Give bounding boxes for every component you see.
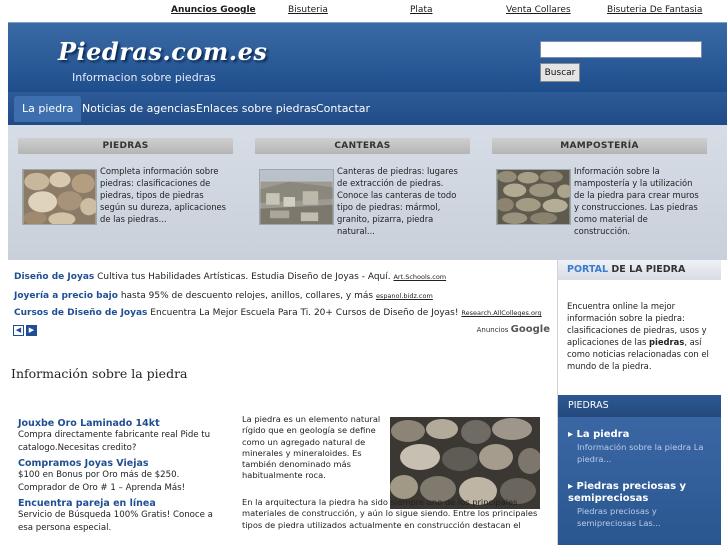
feature-canteras: CANTERAS Canteras de piedras: lugares de…: [255, 138, 470, 236]
sidebar-section-title: PIEDRAS: [558, 395, 721, 417]
left-ad-title[interactable]: Compramos Joyas Viejas: [18, 458, 228, 469]
feature-title[interactable]: CANTERAS: [255, 138, 470, 154]
ads-google-label[interactable]: Anuncios Google: [171, 5, 256, 15]
sidebar-item-la-piedra[interactable]: ▸ La piedra Información sobre la piedra …: [568, 429, 718, 465]
ad-item[interactable]: Joyería a precio bajo hasta 95% de descu…: [14, 291, 433, 301]
main-nav: La piedra Noticias de agencias Enlaces s…: [8, 92, 727, 125]
ad-item[interactable]: Cursos de Diseño de Joyas Encuentra La M…: [14, 308, 542, 318]
ad-url[interactable]: espanol.bidz.com: [376, 292, 433, 300]
nav-la-piedra[interactable]: La piedra: [14, 96, 82, 122]
ad-title[interactable]: Joyería a precio bajo: [14, 291, 118, 301]
quarry-image[interactable]: [259, 169, 334, 225]
right-sidebar: PORTAL DE LA PIEDRA Encuentra online la …: [557, 260, 727, 545]
sidebar-intro-bold: piedras: [649, 337, 685, 347]
sidebar-item-sub: Información sobre la piedra La piedra...: [577, 442, 704, 464]
feature-title[interactable]: PIEDRAS: [18, 138, 233, 154]
ad-url[interactable]: Art.Schools.com: [393, 273, 446, 281]
features-band: PIEDRAS Completa información sobre piedr…: [8, 125, 727, 260]
ads-prev-arrow-icon[interactable]: ◀: [13, 325, 24, 336]
ad-title[interactable]: Diseño de Joyas: [14, 272, 94, 282]
ads-by-label: Anuncios: [476, 326, 509, 334]
site-header: Piedras.com.es Informacion sobre piedras…: [8, 22, 727, 92]
search-input[interactable]: [540, 41, 702, 58]
nav-enlaces[interactable]: Enlaces sobre piedras: [188, 96, 325, 122]
sidebar-piedras-section: PIEDRAS ▸ La piedra Información sobre la…: [558, 395, 721, 545]
sidebar-item-sub: Piedras preciosas y semipreciosas Las...: [577, 506, 661, 528]
left-ad-text: Servicio de Búsqueda 100% Gratis! Conoce…: [18, 510, 213, 533]
sidebar-item-title-text: La piedra: [576, 429, 630, 440]
ad-text: Encuentra La Mejor Escuela Para Ti. 20+ …: [150, 308, 459, 318]
ad-title[interactable]: Cursos de Diseño de Joyas: [14, 308, 147, 318]
left-ads-column: Jouxbe Oro Laminado 14kt Compra directam…: [18, 418, 228, 538]
sidebar-portal-heading: PORTAL DE LA PIEDRA: [558, 260, 721, 280]
article-paragraph-1: La piedra es un elemento natural rígido …: [242, 414, 381, 481]
pebbles-image: [390, 417, 540, 509]
nav-noticias[interactable]: Noticias de agencias: [74, 96, 204, 122]
feature-text: Completa información sobre piedras: clas…: [100, 166, 227, 224]
feature-mamposteria: MAMPOSTERÍA Información sobre la mampost…: [492, 138, 707, 236]
top-ad-links-bar: Anuncios Google Bisuteria Plata Venta Co…: [0, 0, 727, 22]
ads-by-google[interactable]: Anuncios Google: [477, 324, 550, 335]
top-link-bisuteria-fantasia[interactable]: Bisuteria De Fantasia: [607, 5, 702, 15]
sponsored-ads-box: Diseño de Joyas Cultiva tus Habilidades …: [8, 260, 556, 342]
top-link-bisuteria[interactable]: Bisuteria: [288, 5, 328, 15]
top-link-plata[interactable]: Plata: [410, 5, 433, 15]
sidebar-item-title[interactable]: ▸ La piedra: [568, 429, 718, 441]
page-title: Información sobre la piedra: [11, 366, 188, 381]
site-logo[interactable]: Piedras.com.es: [58, 37, 267, 66]
sidebar-item-title-text: Piedras preciosas y semipreciosas: [568, 481, 687, 504]
site-tagline: Informacion sobre piedras: [72, 71, 216, 84]
ad-item[interactable]: Diseño de Joyas Cultiva tus Habilidades …: [14, 272, 446, 282]
top-link-venta-collares[interactable]: Venta Collares: [506, 5, 571, 15]
sidebar-intro: Encuentra online la mejor información so…: [567, 300, 717, 372]
feature-text: Canteras de piedras: lugares de extracci…: [337, 166, 458, 236]
article-paragraph-2: En la arquitectura la piedra ha sido sie…: [242, 497, 538, 530]
sidebar-portal-rest: DE LA PIEDRA: [611, 264, 686, 275]
sidebar-item-preciosas[interactable]: ▸ Piedras preciosas y semipreciosas Pied…: [568, 481, 718, 529]
feature-text: Información sobre la mampostería y la ut…: [574, 166, 699, 236]
nav-contactar[interactable]: Contactar: [308, 96, 378, 122]
feature-title[interactable]: MAMPOSTERÍA: [492, 138, 707, 154]
feature-piedras: PIEDRAS Completa información sobre piedr…: [18, 138, 233, 225]
ad-url[interactable]: Research.AllColleges.org: [461, 309, 541, 317]
sidebar-item-title[interactable]: ▸ Piedras preciosas y semipreciosas: [568, 481, 718, 505]
sidebar-portal-word: PORTAL: [567, 264, 609, 275]
stone-wall-image[interactable]: [496, 169, 571, 225]
search-button[interactable]: Buscar: [540, 63, 580, 82]
ads-brand: Google: [510, 324, 550, 335]
left-ad-title[interactable]: Encuentra pareja en línea: [18, 498, 228, 509]
left-ad-text: Compra directamente fabricante real Pide…: [18, 430, 211, 453]
stones-image[interactable]: [22, 169, 97, 225]
ads-next-arrow-icon[interactable]: ▶: [26, 325, 37, 336]
ad-text: Cultiva tus Habilidades Artísticas. Estu…: [97, 272, 391, 282]
ad-text: hasta 95% de descuento relojes, anillos,…: [120, 291, 374, 301]
left-ad-text: $100 en Bonus por Oro más de $250. Compr…: [18, 470, 186, 493]
left-ad-title[interactable]: Jouxbe Oro Laminado 14kt: [18, 418, 228, 429]
